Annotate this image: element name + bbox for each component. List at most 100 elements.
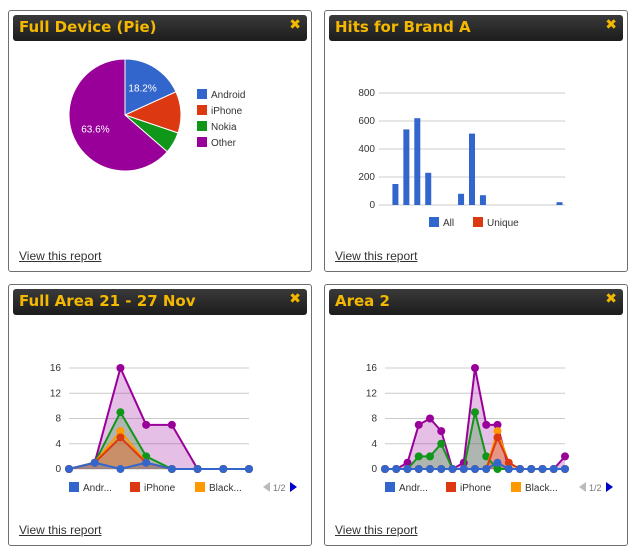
legend-label: Other [211, 138, 237, 149]
pager-label: 1/2 [589, 483, 602, 493]
panel-header: Hits for Brand A ✖ [329, 15, 623, 41]
view-report-link[interactable]: View this report [335, 523, 417, 537]
legend-swatch [130, 482, 140, 492]
data-point [403, 465, 412, 473]
panel-full-device-pie: Full Device (Pie) ✖ 18.2% Android iPhone No… [8, 10, 312, 272]
legend-swatch [511, 482, 521, 492]
data-point [426, 414, 434, 423]
panel-hits-brand-a: Hits for Brand A ✖ 0 200 400 600 800 All Uniqu… [324, 10, 628, 272]
y-tick-label: 4 [371, 439, 377, 450]
legend-label: iPhone [211, 106, 243, 117]
panel-title: Full Area 21 - 27 Nov [19, 292, 196, 310]
data-point [527, 465, 536, 473]
bar [458, 193, 465, 205]
data-point [116, 408, 125, 417]
y-tick-label: 4 [55, 439, 61, 450]
y-tick-label: 400 [358, 144, 375, 155]
view-report-link[interactable]: View this report [19, 249, 101, 263]
legend-label: Andr... [83, 483, 112, 494]
y-tick-label: 0 [55, 464, 61, 475]
data-point [549, 465, 558, 473]
data-point [426, 465, 434, 473]
panel-title: Hits for Brand A [335, 18, 471, 36]
data-point [437, 427, 446, 436]
y-tick-label: 8 [55, 414, 61, 425]
pager-next-icon [606, 482, 613, 492]
legend-swatch [446, 482, 456, 492]
legend-swatch [429, 217, 439, 227]
pager-prev-icon [263, 482, 270, 492]
data-point [414, 420, 423, 429]
data-point [381, 465, 389, 473]
legend-swatch [69, 482, 79, 492]
pager-next-icon [290, 482, 297, 492]
data-point [167, 465, 176, 473]
panel-title: Area 2 [335, 292, 390, 310]
data-point [116, 465, 125, 473]
data-point [471, 408, 479, 417]
panel-area-2: Area 2 ✖ 0 4 8 12 16 Andr... iPhone Black... 1/2… [324, 284, 628, 546]
legend-label: All [443, 218, 454, 229]
data-point [482, 420, 491, 429]
close-icon[interactable]: ✖ [289, 17, 301, 33]
bar [425, 172, 432, 205]
data-point [414, 465, 423, 473]
legend-label: Nokia [211, 122, 237, 133]
y-tick-label: 16 [366, 363, 378, 374]
data-point [167, 420, 176, 429]
data-point [516, 465, 524, 473]
data-point [65, 465, 73, 473]
data-point [471, 364, 479, 372]
bar [479, 195, 486, 205]
data-point [90, 458, 99, 467]
y-tick-label: 800 [358, 88, 375, 99]
data-point [245, 465, 253, 473]
data-point [471, 465, 479, 473]
legend-swatch [197, 137, 207, 147]
pie-chart: 18.2% Android iPhone Nokia 63.6% Other [68, 58, 245, 172]
data-point [426, 452, 434, 461]
panel-header: Area 2 ✖ [329, 289, 623, 315]
bar [469, 133, 475, 205]
legend-swatch [385, 482, 395, 492]
data-point [561, 465, 569, 473]
area-chart: 0 4 8 12 16 Andr... iPhone Black... 1/2 [366, 363, 613, 494]
bar [403, 129, 410, 205]
panel-header: Full Device (Pie) ✖ [13, 15, 307, 41]
legend-label: iPhone [460, 483, 492, 494]
data-point [219, 465, 228, 473]
close-icon[interactable]: ✖ [605, 17, 617, 33]
close-icon[interactable]: ✖ [289, 291, 301, 307]
pager-prev-icon [579, 482, 586, 492]
data-point [493, 433, 502, 442]
data-point [538, 465, 547, 473]
y-tick-label: 0 [369, 200, 375, 211]
view-report-link[interactable]: View this report [335, 249, 417, 263]
data-point [142, 458, 151, 467]
data-point [493, 458, 502, 467]
data-point [437, 465, 446, 473]
view-report-link[interactable]: View this report [19, 523, 101, 537]
legend-label: Black... [209, 483, 242, 494]
legend-label: iPhone [144, 483, 176, 494]
pie-data-label: 63.6% [81, 124, 109, 135]
y-tick-label: 0 [371, 464, 377, 475]
data-point [392, 465, 401, 473]
panel-header: Full Area 21 - 27 Nov ✖ [13, 289, 307, 315]
y-tick-label: 16 [50, 363, 62, 374]
y-tick-label: 8 [371, 414, 377, 425]
close-icon[interactable]: ✖ [605, 291, 617, 307]
panel-full-area: Full Area 21 - 27 Nov ✖ 0 4 8 12 16 Andr... iP… [8, 284, 312, 546]
data-point [437, 439, 446, 448]
data-point [142, 420, 151, 429]
panel-title: Full Device (Pie) [19, 18, 157, 36]
legend-swatch [473, 217, 483, 227]
bar [392, 184, 399, 205]
pager-label: 1/2 [273, 483, 286, 493]
bar [414, 118, 421, 205]
data-point [504, 465, 513, 473]
y-tick-label: 600 [358, 116, 375, 127]
legend-swatch [197, 121, 207, 131]
legend-label: Andr... [399, 483, 428, 494]
legend-label: Android [211, 90, 245, 101]
